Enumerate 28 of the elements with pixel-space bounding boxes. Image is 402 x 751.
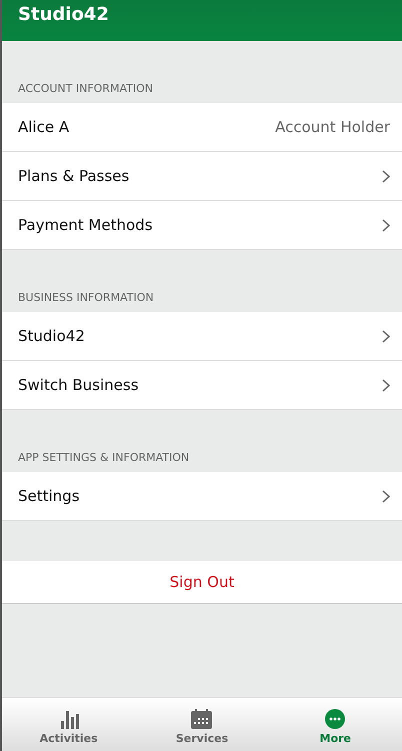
menu-row[interactable]: Plans & Passes <box>2 152 402 201</box>
tab[interactable]: More <box>268 698 402 751</box>
menu-row[interactable]: Studio42 <box>2 312 402 361</box>
tab[interactable]: Activities <box>2 698 136 751</box>
row-label: Switch Business <box>18 376 139 394</box>
sign-out-button[interactable]: Sign Out <box>2 561 402 604</box>
section-header: APP SETTINGS & INFORMATION <box>18 451 190 465</box>
chevron-right-icon <box>382 170 390 182</box>
tab[interactable]: Services <box>135 698 269 751</box>
bar-chart-icon <box>58 708 79 728</box>
chevron-right-icon <box>382 378 390 392</box>
row-label: Settings <box>18 487 80 505</box>
chevron-right-icon <box>382 218 390 232</box>
menu-row[interactable]: Switch Business <box>2 361 402 410</box>
section-header: BUSINESS INFORMATION <box>18 291 154 305</box>
row-label: Payment Methods <box>18 216 153 234</box>
account-name: Alice A <box>18 118 70 136</box>
section-header: ACCOUNT INFORMATION <box>18 82 153 96</box>
calendar-icon <box>191 708 212 728</box>
account-role: Account Holder <box>275 118 390 136</box>
row-label: Studio42 <box>18 327 85 345</box>
chevron-right-icon <box>382 490 390 502</box>
menu-row[interactable]: Settings <box>2 472 402 521</box>
row-label: Plans & Passes <box>18 167 130 185</box>
app-title: Studio42 <box>2 0 402 41</box>
chevron-right-icon <box>382 330 390 342</box>
menu-row[interactable]: Payment Methods <box>2 201 402 250</box>
more-icon <box>325 708 346 728</box>
